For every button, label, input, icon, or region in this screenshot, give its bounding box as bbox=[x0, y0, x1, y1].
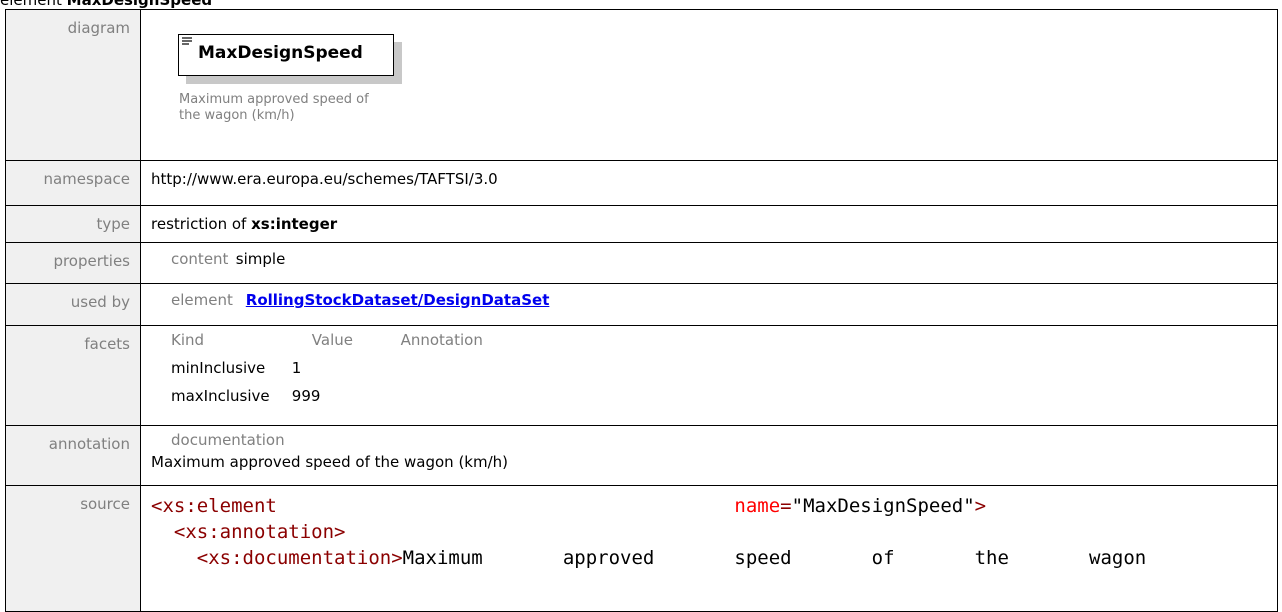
facets-label: facets bbox=[5, 325, 141, 426]
type-cell: restriction of xs:integer bbox=[140, 205, 1278, 243]
annotation-row: annotation documentation Maximum approve… bbox=[5, 425, 1278, 486]
facets-header-kind: Kind bbox=[171, 331, 205, 349]
page-title: element MaxDesignSpeed bbox=[0, 0, 212, 9]
diagram-label: diagram bbox=[5, 9, 141, 161]
annotation-cell: documentation Maximum approved speed of … bbox=[140, 425, 1278, 486]
facets-table: Kind Value Annotation minInclusive 1 max… bbox=[151, 326, 1277, 405]
facet-row: maxInclusive 999 bbox=[171, 377, 1277, 405]
element-box-name: MaxDesignSpeed bbox=[198, 43, 363, 63]
element-box[interactable]: MaxDesignSpeed bbox=[178, 34, 394, 76]
facet-kind: minInclusive bbox=[171, 359, 266, 377]
properties-label: properties bbox=[5, 242, 141, 284]
facets-header: Kind Value Annotation bbox=[171, 331, 1277, 349]
facet-row: minInclusive 1 bbox=[171, 349, 1277, 377]
annotation-label: annotation bbox=[5, 425, 141, 486]
diagram-cell: MaxDesignSpeed Maximum approved speed of… bbox=[140, 9, 1278, 161]
page-title-name: MaxDesignSpeed bbox=[66, 0, 213, 9]
source-line1-tag: <xs:element bbox=[151, 495, 277, 517]
source-cell: <xs:element name="MaxDesignSpeed"> <xs:a… bbox=[140, 485, 1278, 612]
namespace-cell: http://www.era.europa.eu/schemes/TAFTSI/… bbox=[140, 160, 1278, 206]
type-prefix: restriction of bbox=[151, 215, 247, 233]
source-line3-tag: <xs:documentation> bbox=[196, 547, 403, 569]
facets-cell: Kind Value Annotation minInclusive 1 max… bbox=[140, 325, 1278, 426]
source-line1-attr: name bbox=[734, 495, 781, 517]
facets-row: facets Kind Value Annotation minInclusiv… bbox=[5, 325, 1278, 426]
facets-header-annotation: Annotation bbox=[400, 331, 483, 349]
facet-value: 1 bbox=[291, 359, 302, 377]
diagram: MaxDesignSpeed Maximum approved speed of… bbox=[151, 10, 1277, 160]
type-value: restriction of xs:integer bbox=[151, 206, 1277, 233]
annotation-text: Maximum approved speed of the wagon (km/… bbox=[151, 453, 509, 471]
namespace-value: http://www.era.europa.eu/schemes/TAFTSI/… bbox=[151, 170, 498, 188]
source-line1-close: > bbox=[974, 495, 987, 517]
properties-value: simple bbox=[235, 250, 286, 268]
source-line1-val: "MaxDesignSpeed" bbox=[791, 495, 975, 517]
used-by-cell: element RollingStockDataset/DesignDataSe… bbox=[140, 283, 1278, 326]
source-row: source <xs:element name="MaxDesignSpeed"… bbox=[5, 485, 1278, 612]
properties-row: properties content simple bbox=[5, 242, 1278, 284]
page-title-prefix: element bbox=[0, 0, 62, 9]
type-label: type bbox=[5, 205, 141, 243]
used-by-kind: element bbox=[171, 291, 233, 309]
diagram-row: diagram MaxDesignSpeed Maximum approved … bbox=[5, 9, 1278, 161]
facet-kind: maxInclusive bbox=[171, 387, 270, 405]
facets-header-value: Value bbox=[311, 331, 353, 349]
annotation-head: documentation bbox=[171, 431, 285, 449]
type-base: xs:integer bbox=[251, 215, 338, 233]
facet-value: 999 bbox=[291, 387, 321, 405]
documentation-lines-icon bbox=[182, 37, 192, 45]
used-by-content: element RollingStockDataset/DesignDataSe… bbox=[151, 284, 1277, 309]
diagram-documentation: Maximum approved speed of the wagon (km/… bbox=[179, 92, 369, 123]
used-by-link[interactable]: RollingStockDataset/DesignDataSet bbox=[246, 291, 550, 309]
used-by-label: used by bbox=[5, 283, 141, 326]
source-label: source bbox=[5, 485, 141, 612]
source-line2-tag: <xs:annotation> bbox=[173, 521, 346, 543]
source-line3-text: Maximum approved speed of the wagon bbox=[402, 547, 1147, 569]
properties-content: content simple bbox=[151, 243, 1277, 268]
element-doc-table: diagram MaxDesignSpeed Maximum approved … bbox=[5, 9, 1278, 612]
source-line1-eq: = bbox=[780, 495, 792, 517]
used-by-row: used by element RollingStockDataset/Desi… bbox=[5, 283, 1278, 326]
properties-cell: content simple bbox=[140, 242, 1278, 284]
properties-key: content bbox=[171, 250, 229, 268]
source-code: <xs:element name="MaxDesignSpeed"> <xs:a… bbox=[151, 486, 1277, 571]
annotation-block: documentation Maximum approved speed of … bbox=[151, 426, 1277, 471]
type-row: type restriction of xs:integer bbox=[5, 205, 1278, 243]
namespace-row: namespace http://www.era.europa.eu/schem… bbox=[5, 160, 1278, 206]
namespace-label: namespace bbox=[5, 160, 141, 206]
